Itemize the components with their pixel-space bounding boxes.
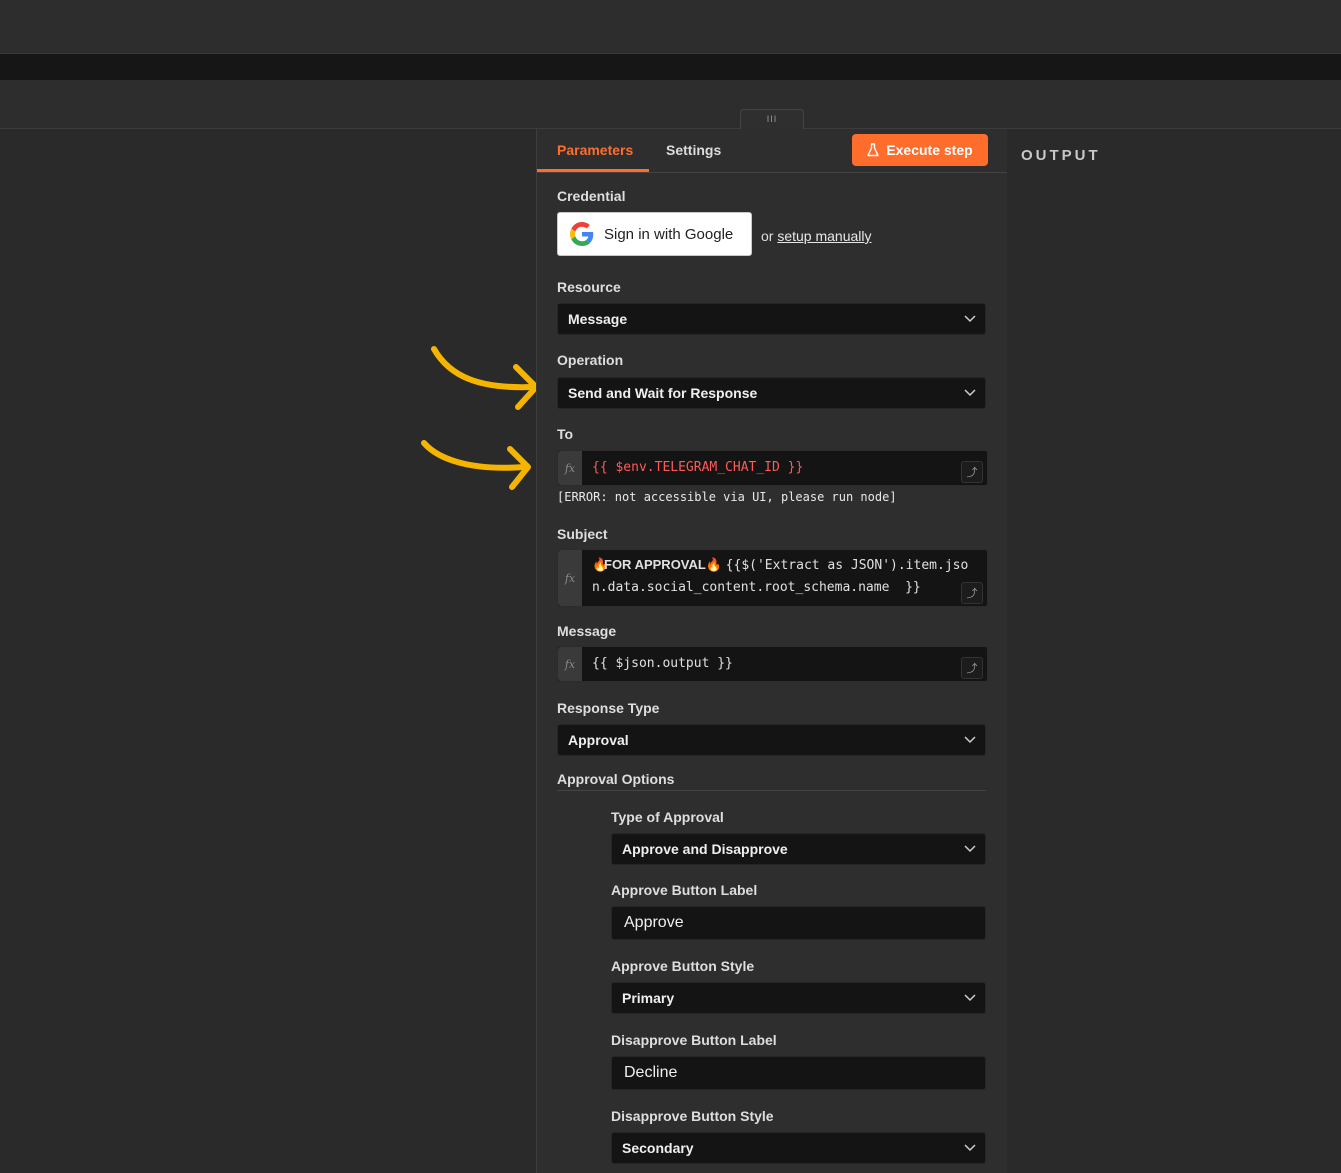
sign-in-with-google-button[interactable]: Sign in with Google (557, 212, 752, 256)
response-type-select[interactable]: Approval (557, 724, 986, 756)
subject-expression-part-1: {{$('Extract as JSON').item.jso (725, 558, 969, 573)
type-of-approval-label: Type of Approval (611, 809, 724, 825)
to-label: To (557, 426, 574, 442)
output-title: OUTPUT (1021, 147, 1101, 164)
message-expression-value: {{ $json.output }} (592, 656, 733, 671)
approval-options-label: Approval Options (557, 771, 675, 787)
disapprove-button-style-select[interactable]: Secondary (611, 1132, 986, 1164)
subject-label: Subject (557, 526, 608, 542)
credential-label: Credential (557, 188, 626, 204)
chevron-down-icon (964, 994, 976, 1002)
fx-icon: fx (558, 647, 582, 681)
to-expression-value: {{ $env.TELEGRAM_CHAT_ID }} (592, 460, 804, 475)
disapprove-button-label-label: Disapprove Button Label (611, 1032, 777, 1048)
message-label: Message (557, 623, 617, 639)
chevron-down-icon (964, 1144, 976, 1152)
approve-button-label-value: Approve (624, 914, 684, 931)
arrow-annotation-to (421, 440, 531, 490)
approve-button-label-label: Approve Button Label (611, 882, 758, 898)
panel-resize-handle[interactable]: III (740, 109, 804, 129)
approve-button-style-label: Approve Button Style (611, 958, 755, 974)
flask-icon (867, 143, 880, 157)
fire-emoji: 🔥 (705, 558, 723, 573)
panel-tabs: Parameters Settings Execute step (537, 129, 1007, 173)
execute-step-label: Execute step (886, 142, 973, 158)
subject-line-1: 🔥FOR APPROVAL🔥 {{$('Extract as JSON').it… (592, 557, 968, 573)
resource-select[interactable]: Message (557, 303, 986, 335)
setup-manually-link[interactable]: setup manually (777, 228, 871, 244)
subject-expression-field[interactable]: fx 🔥FOR APPROVAL🔥 {{$('Extract as JSON')… (557, 549, 988, 607)
expand-expression-icon[interactable]: ⤴ (961, 657, 983, 679)
google-logo-icon (570, 222, 594, 246)
sub-header (0, 80, 1341, 129)
subject-bold-text: FOR APPROVAL (604, 557, 706, 572)
credential-alternative: or setup manually (761, 228, 872, 244)
approve-button-label-input[interactable]: Approve (611, 906, 986, 940)
operation-value: Send and Wait for Response (568, 385, 758, 401)
approve-button-style-select[interactable]: Primary (611, 982, 986, 1014)
disapprove-button-style-label: Disapprove Button Style (611, 1108, 774, 1124)
disapprove-button-label-value: Decline (624, 1064, 678, 1081)
operation-select[interactable]: Send and Wait for Response (557, 377, 986, 409)
to-expression-field[interactable]: fx {{ $env.TELEGRAM_CHAT_ID }} ⤴ (557, 450, 988, 486)
expand-expression-icon[interactable]: ⤴ (961, 461, 983, 483)
response-type-label: Response Type (557, 700, 660, 716)
google-button-label: Sign in with Google (604, 225, 734, 243)
or-label: or (761, 228, 774, 244)
approval-options-divider (557, 790, 986, 791)
tab-parameters[interactable]: Parameters (557, 142, 633, 158)
input-pane (0, 129, 539, 1173)
chevron-down-icon (964, 315, 976, 323)
resource-label: Resource (557, 279, 621, 295)
type-of-approval-select[interactable]: Approve and Disapprove (611, 833, 986, 865)
disapprove-button-label-input[interactable]: Decline (611, 1056, 986, 1090)
arrow-annotation-operation (431, 346, 539, 410)
subject-expression-part-2: n.data.social_content.root_schema.name }… (592, 580, 921, 595)
response-type-value: Approval (568, 732, 629, 748)
tab-settings[interactable]: Settings (666, 142, 721, 158)
fx-icon: fx (558, 550, 582, 606)
active-tab-indicator (537, 169, 649, 172)
chevron-down-icon (964, 845, 976, 853)
chevron-down-icon (964, 736, 976, 744)
parameters-panel: Parameters Settings Execute step Credent… (536, 129, 1008, 1173)
message-expression-field[interactable]: fx {{ $json.output }} ⤴ (557, 646, 988, 682)
header-strip (0, 54, 1341, 80)
approve-button-style-value: Primary (622, 990, 675, 1006)
chevron-down-icon (964, 389, 976, 397)
resource-value: Message (568, 311, 628, 327)
operation-label: Operation (557, 352, 624, 368)
fx-icon: fx (558, 451, 582, 485)
fire-emoji: 🔥 (592, 558, 609, 573)
output-pane: OUTPUT (1007, 129, 1341, 1173)
disapprove-button-style-value: Secondary (622, 1140, 694, 1156)
execute-step-button[interactable]: Execute step (852, 134, 988, 166)
to-error-message: [ERROR: not accessible via UI, please ru… (557, 490, 897, 504)
expand-expression-icon[interactable]: ⤴ (961, 582, 983, 604)
top-bar (0, 0, 1341, 54)
type-of-approval-value: Approve and Disapprove (622, 841, 788, 857)
